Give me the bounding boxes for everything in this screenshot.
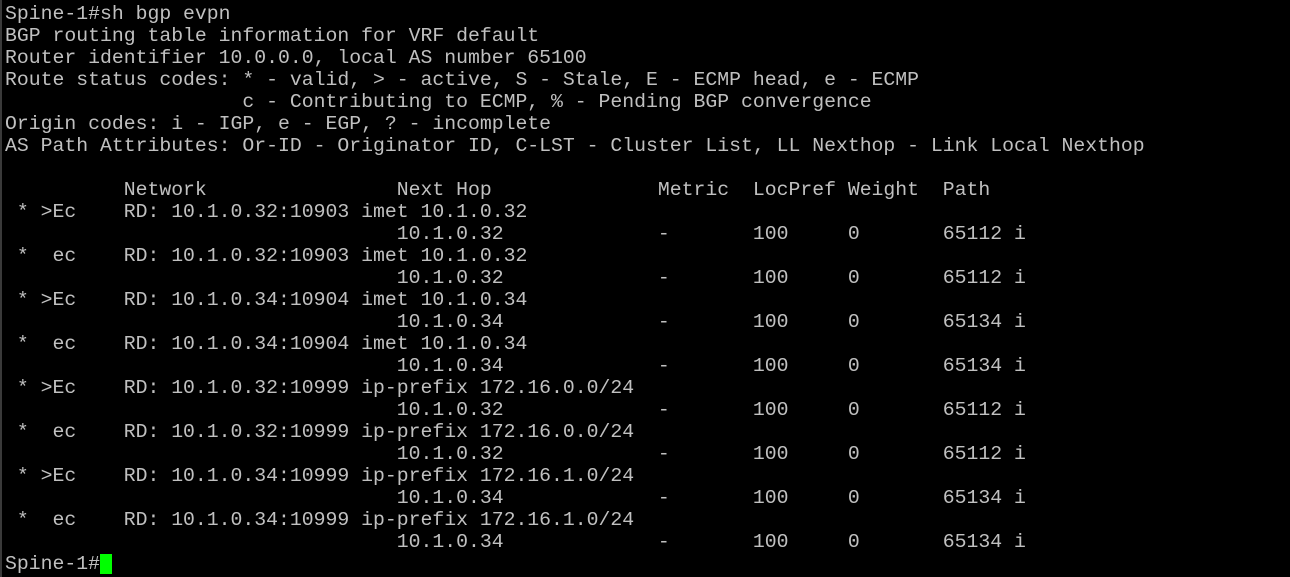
table-row: * ec RD: 10.1.0.34:10904 imet 10.1.0.34 — [5, 333, 528, 355]
terminal-output: Spine-1#sh bgp evpn BGP routing table inf… — [5, 3, 1145, 575]
terminal-line-origin-codes: Origin codes: i - IGP, e - EGP, ? - inco… — [5, 113, 552, 135]
table-row: * ec RD: 10.1.0.32:10999 ip-prefix 172.1… — [5, 421, 635, 443]
table-row: 10.1.0.34 - 100 0 65134 i — [5, 487, 1026, 509]
table-row: 10.1.0.32 - 100 0 65112 i — [5, 399, 1026, 421]
table-row: * >Ec RD: 10.1.0.32:10999 ip-prefix 172.… — [5, 377, 635, 399]
terminal-line-vrf-info: BGP routing table information for VRF de… — [5, 25, 540, 47]
table-header: Network Next Hop Metric LocPref Weight P… — [5, 179, 991, 201]
table-row: * >Ec RD: 10.1.0.34:10999 ip-prefix 172.… — [5, 465, 635, 487]
terminal-window[interactable]: Spine-1#sh bgp evpn BGP routing table inf… — [0, 0, 1290, 577]
table-row: 10.1.0.34 - 100 0 65134 i — [5, 531, 1026, 553]
table-row: * >Ec RD: 10.1.0.32:10903 imet 10.1.0.32 — [5, 201, 528, 223]
terminal-line-status-codes-cont: c - Contributing to ECMP, % - Pending BG… — [5, 91, 872, 113]
cursor — [99, 554, 112, 574]
terminal-line-status-codes: Route status codes: * - valid, > - activ… — [5, 69, 920, 91]
prompt-line[interactable]: Spine-1# — [5, 553, 1145, 575]
table-row: * ec RD: 10.1.0.32:10903 imet 10.1.0.32 — [5, 245, 528, 267]
table-row: * ec RD: 10.1.0.34:10999 ip-prefix 172.1… — [5, 509, 635, 531]
table-row: 10.1.0.32 - 100 0 65112 i — [5, 223, 1026, 245]
table-row: * >Ec RD: 10.1.0.34:10904 imet 10.1.0.34 — [5, 289, 528, 311]
prompt-text: Spine-1# — [5, 553, 100, 575]
table-row: 10.1.0.32 - 100 0 65112 i — [5, 443, 1026, 465]
table-row: 10.1.0.34 - 100 0 65134 i — [5, 311, 1026, 333]
table-row: 10.1.0.32 - 100 0 65112 i — [5, 267, 1026, 289]
terminal-line-router-id: Router identifier 10.0.0.0, local AS num… — [5, 47, 587, 69]
terminal-line-command: Spine-1#sh bgp evpn — [5, 3, 231, 25]
table-row: 10.1.0.34 - 100 0 65134 i — [5, 355, 1026, 377]
terminal-line-as-path-attrs: AS Path Attributes: Or-ID - Originator I… — [5, 135, 1145, 157]
